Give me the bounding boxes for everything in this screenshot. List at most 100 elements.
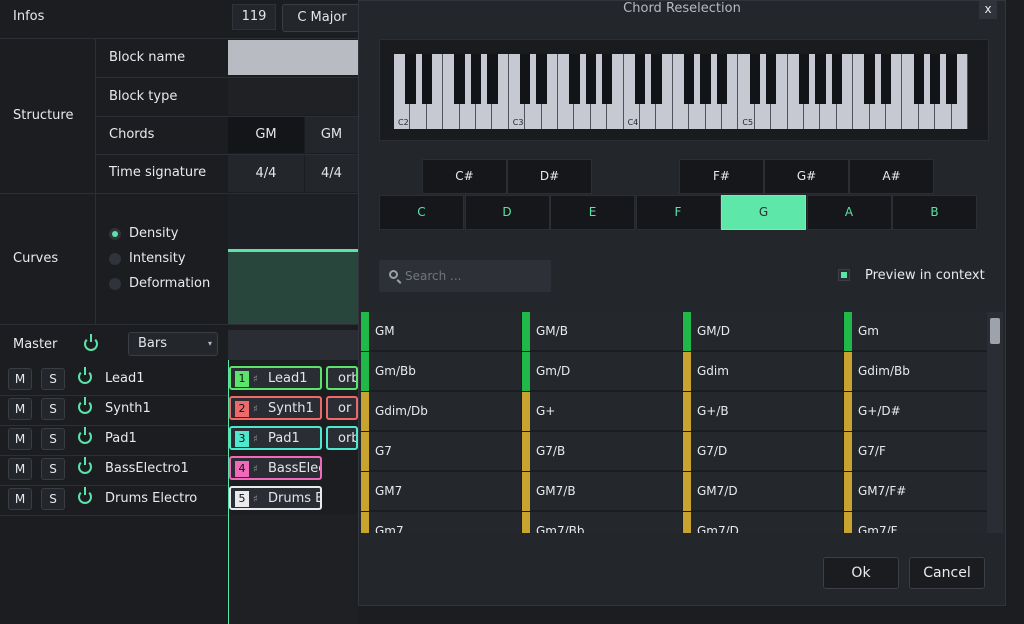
master-power-icon[interactable] [84,334,98,351]
track-clip-2[interactable]: orb 3 [326,426,358,450]
intensity-radio[interactable] [109,253,121,265]
chord-option[interactable]: GM7/F# [844,472,987,511]
chord-option[interactable]: Gm/D [522,352,682,391]
track-clip-2[interactable]: or [326,396,358,420]
chord-option[interactable]: GM/D [683,312,843,351]
key-select[interactable]: C Major [282,4,362,32]
chord-cell[interactable]: GM [305,117,358,153]
time-signature-cell[interactable]: 4/4 [305,155,358,192]
black-key[interactable] [864,54,875,104]
black-key[interactable] [519,54,531,104]
root-key-sharp[interactable]: D# [507,159,592,194]
chord-cell[interactable]: GM [228,117,304,153]
track-power-icon[interactable] [78,457,92,474]
track-clip[interactable]: 4 ♯ BassElectro1 [229,456,322,480]
black-key[interactable] [634,54,646,104]
root-key[interactable]: B [892,195,977,230]
black-key[interactable] [651,54,662,104]
black-key[interactable] [749,54,761,104]
root-key[interactable]: C [379,195,464,230]
chord-option[interactable]: GM7/D [683,472,843,511]
chord-option[interactable]: G7/F [844,432,987,471]
root-key-sharp[interactable]: F# [679,159,764,194]
root-key[interactable]: E [550,195,635,230]
chord-option[interactable]: Gdim/Db [361,392,521,431]
black-key[interactable] [700,54,711,104]
chord-option[interactable]: G7/B [522,432,682,471]
curve-editor[interactable] [228,194,358,324]
black-key[interactable] [601,54,613,104]
black-key[interactable] [585,54,597,104]
chord-option[interactable]: G+ [522,392,682,431]
mute-button[interactable]: M [8,398,32,420]
track-power-icon[interactable] [78,427,92,444]
black-key[interactable] [913,54,925,104]
root-key-sharp[interactable]: G# [764,159,849,194]
preview-label[interactable]: Preview in context [865,268,985,283]
density-radio[interactable] [109,228,121,240]
mute-button[interactable]: M [8,368,32,390]
tempo-field[interactable]: 119 [232,4,276,30]
black-key[interactable] [405,54,416,104]
chord-option[interactable]: GM7 [361,472,521,511]
chord-option[interactable]: G+/B [683,392,843,431]
cancel-button[interactable]: Cancel [909,557,985,589]
deformation-radio[interactable] [109,278,121,290]
black-key[interactable] [470,54,482,104]
root-key[interactable]: F [635,195,721,230]
track-clip[interactable]: 5 ♯ Drums Electro [229,486,322,510]
chord-option[interactable]: G+/D# [844,392,987,431]
black-key[interactable] [765,54,777,104]
black-key[interactable] [929,54,941,104]
chord-option[interactable]: Gm7 [361,512,521,533]
chord-option[interactable]: GM [361,312,521,351]
black-key[interactable] [831,54,843,104]
track-clip[interactable]: 1 ♯ Lead1 [229,366,322,390]
chord-option[interactable]: Gm7/D [683,512,843,533]
track-clip[interactable]: 3 ♯ Pad1 [229,426,322,450]
scrollbar-thumb[interactable] [990,318,1000,344]
chord-option[interactable]: Gm7/F [844,512,987,533]
black-key[interactable] [421,54,433,104]
black-key[interactable] [536,54,547,104]
root-key[interactable]: D [464,195,550,230]
mute-button[interactable]: M [8,428,32,450]
root-key-sharp[interactable]: C# [422,159,507,194]
mute-button[interactable]: M [8,488,32,510]
solo-button[interactable]: S [41,458,65,480]
black-key[interactable] [454,54,465,104]
track-power-icon[interactable] [78,367,92,384]
deformation-label[interactable]: Deformation [129,276,210,291]
timeline-ruler[interactable] [228,330,358,360]
intensity-label[interactable]: Intensity [129,251,186,266]
black-key[interactable] [880,54,892,104]
black-key[interactable] [946,54,957,104]
black-key[interactable] [716,54,728,104]
chord-option[interactable]: G7 [361,432,521,471]
solo-button[interactable]: S [41,428,65,450]
chord-option[interactable]: GM7/B [522,472,682,511]
chord-grid-scrollbar[interactable] [987,312,1003,533]
solo-button[interactable]: S [41,488,65,510]
track-clip[interactable]: 2 ♯ Synth1 [229,396,322,420]
solo-button[interactable]: S [41,368,65,390]
chord-option[interactable]: Gdim/Bb [844,352,987,391]
search-box[interactable] [379,260,551,292]
chord-option[interactable]: Gm/Bb [361,352,521,391]
block-type-field[interactable] [228,79,358,115]
black-key[interactable] [815,54,826,104]
black-key[interactable] [487,54,498,104]
root-key[interactable]: A [806,195,892,230]
black-key[interactable] [683,54,695,104]
track-clip-2[interactable]: orb [326,366,358,390]
solo-button[interactable]: S [41,398,65,420]
close-button[interactable]: x [979,1,997,19]
chord-option[interactable]: Gm [844,312,987,351]
root-key[interactable]: G [721,195,806,230]
mute-button[interactable]: M [8,458,32,480]
preview-checkbox[interactable] [838,269,850,281]
chord-option[interactable]: GM/B [522,312,682,351]
bars-dropdown[interactable]: Bars ▾ [128,332,218,356]
track-power-icon[interactable] [78,487,92,504]
black-key[interactable] [569,54,580,104]
